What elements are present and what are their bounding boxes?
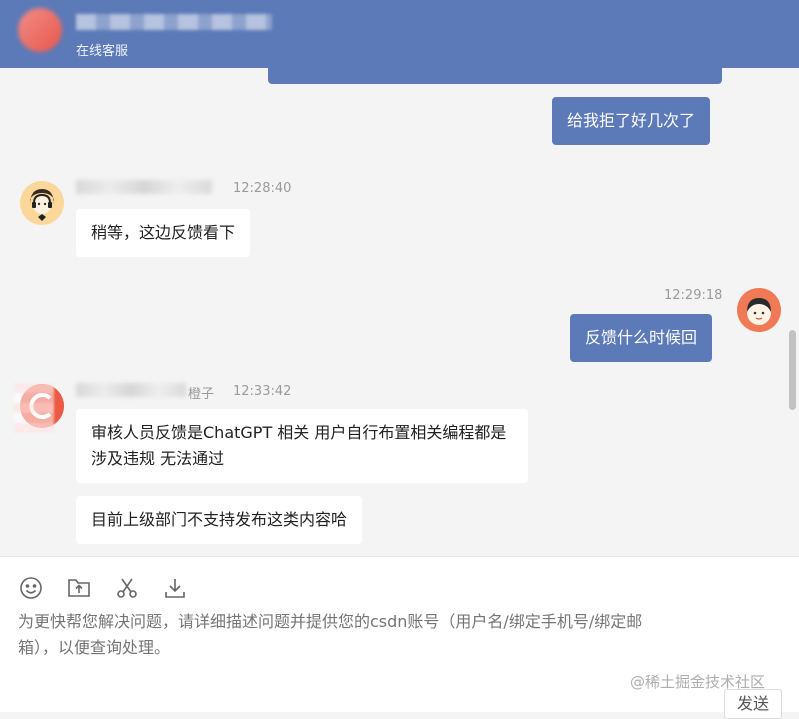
chat-scrollbar[interactable] — [789, 330, 796, 410]
upload-file-icon[interactable] — [66, 575, 92, 601]
chat-header: 在线客服 — [0, 0, 799, 68]
message-time: 12:28:40 — [233, 181, 292, 196]
previous-message-bubble — [268, 68, 722, 84]
message-bubble-incoming: 稍等，这边反馈看下 — [76, 209, 251, 257]
message-bubble-outgoing: 给我拒了好几次了 — [552, 97, 711, 145]
emoji-icon[interactable] — [18, 575, 44, 601]
screenshot-scissors-icon[interactable] — [114, 575, 140, 601]
user-avatar — [737, 288, 781, 332]
service-logo — [18, 8, 62, 52]
message-input[interactable] — [18, 609, 678, 669]
agent-name-blurred — [76, 383, 186, 397]
message-list[interactable]: 给我拒了好几次了 12:28:40 稍等，这边反馈看下 12:29:18 反馈什… — [0, 68, 799, 556]
header-subtitle: 在线客服 — [76, 44, 129, 59]
composer: @稀土掘金技术社区 发送 — [0, 556, 799, 719]
composer-toolbar — [18, 575, 188, 601]
agent-avatar — [20, 181, 64, 225]
agent-name-tail: 橙子 — [188, 387, 215, 402]
message-bubble-incoming: 审核人员反馈是ChatGPT 相关 用户自行布置相关编程都是涉及违规 无法通过 — [76, 409, 528, 483]
message-bubble-incoming: 目前上级部门不支持发布这类内容哈 — [76, 496, 363, 544]
download-icon[interactable] — [162, 575, 188, 601]
service-name-blurred — [76, 14, 272, 30]
message-time: 12:29:18 — [664, 288, 723, 303]
agent-name-blurred — [76, 180, 212, 194]
message-bubble-outgoing: 反馈什么时候回 — [570, 314, 713, 362]
send-button[interactable]: 发送 — [724, 689, 782, 719]
message-time: 12:33:42 — [233, 384, 292, 399]
avatar-mosaic — [14, 383, 54, 433]
